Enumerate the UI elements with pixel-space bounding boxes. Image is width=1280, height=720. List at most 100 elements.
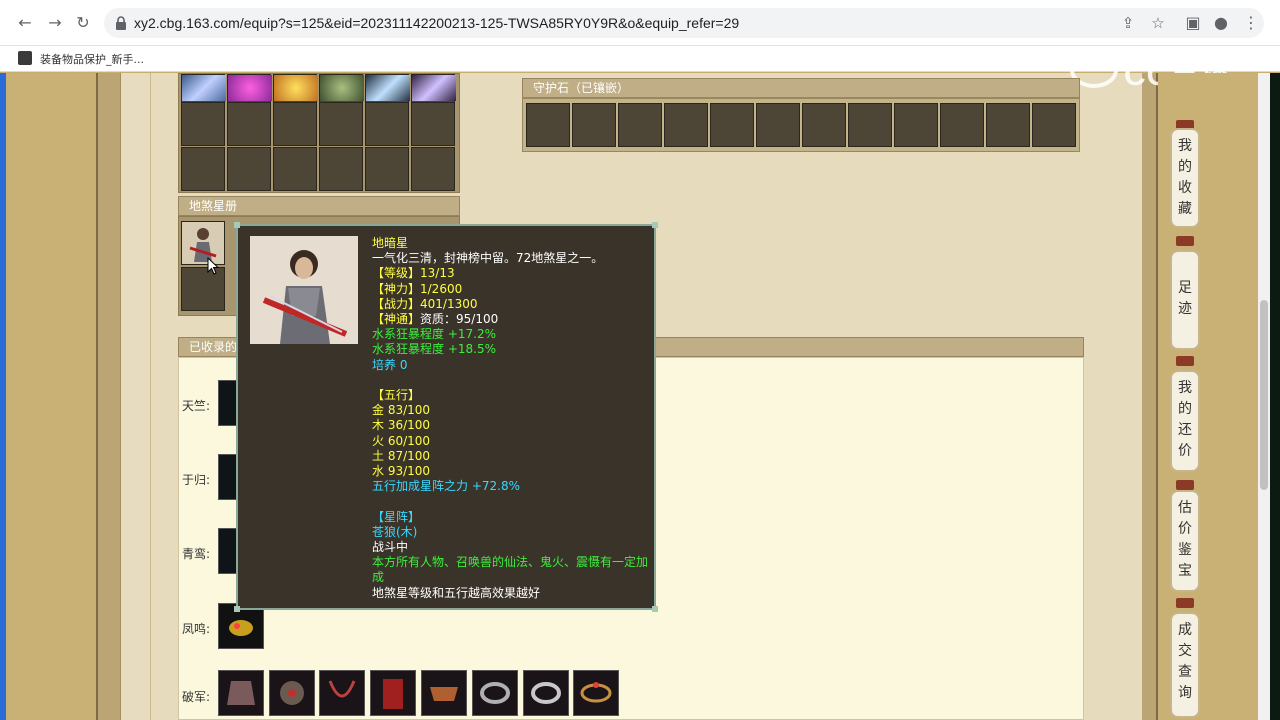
inventory-slot[interactable] [319,147,363,191]
appraisal-button[interactable]: 估 价 鉴 宝 [1170,490,1200,592]
collected-thumb[interactable] [523,670,569,716]
stone-slot[interactable] [710,103,754,147]
inventory-slot[interactable] [319,102,363,146]
stone-slot[interactable] [848,103,892,147]
inventory-slot[interactable] [273,147,317,191]
xingzhen-effect: 本方所有人物、召唤兽的仙法、鬼火、震慑有一定加成 [372,555,649,585]
wuxing-huo: 火 60/100 [372,433,431,448]
stone-slot[interactable] [526,103,570,147]
btn-char: 的 [1178,159,1192,175]
item-icon [228,75,272,101]
scroll-rod-decoration [1176,356,1194,366]
bookmark-favicon-icon [18,51,32,65]
in-battle: 战斗中 [372,540,409,555]
url-text[interactable]: xy2.cbg.163.com/equip?s=125&eid=20231114… [134,15,739,31]
my-favorites-button[interactable]: 我 的 收 藏 [1170,128,1200,228]
collected-thumb[interactable] [269,670,315,716]
scrollbar-thumb[interactable] [1260,300,1268,490]
star-portrait [250,236,358,344]
collected-row-label: 于归: [182,473,211,487]
star-attr: 水系狂暴程度 +17.2% [372,327,496,342]
stone-slot[interactable] [664,103,708,147]
guard-stone-grid [522,98,1080,152]
item-icon [320,75,364,101]
inventory-slot[interactable] [411,147,455,191]
transaction-query-button[interactable]: 成 交 查 询 [1170,612,1200,718]
background-window-edge [1270,73,1280,720]
stone-slot[interactable] [894,103,938,147]
wuxing-tu: 土 87/100 [372,448,431,463]
collected-thumb[interactable] [319,670,365,716]
inventory-slot[interactable] [227,102,271,146]
stone-slot[interactable] [1032,103,1076,147]
inventory-slot[interactable] [411,102,455,146]
inventory-slot[interactable] [181,102,225,146]
phoenix-item-icon [219,604,263,648]
lock-icon [116,16,126,30]
btn-char: 查 [1178,664,1192,680]
my-bargain-button[interactable]: 我 的 还 价 [1170,370,1200,472]
footprint-button[interactable]: 足 迹 [1170,250,1200,350]
inventory-grid [178,73,460,193]
back-icon[interactable]: ← [14,12,36,34]
collected-row-label: 破军: [182,690,211,704]
btn-char: 迹 [1178,301,1192,317]
corner-ornament [652,222,658,228]
btn-char: 价 [1178,443,1192,459]
collected-thumb[interactable] [472,670,518,716]
wuxing-title: 【五行】 [372,388,421,403]
collected-thumb[interactable] [573,670,619,716]
collected-row-label: 天竺: [182,399,211,413]
left-edge-strip [0,73,6,720]
ring-item-icon [524,671,568,715]
tooltip-text: 地暗星 一气化三清，封神榜中留。72地煞星之一。 【等级】13/13 【神力】1… [372,236,654,601]
stone-slot[interactable] [802,103,846,147]
item-icon [274,75,318,101]
profile-icon[interactable]: ● [1210,12,1232,34]
star-icon[interactable]: ☆ [1148,13,1168,33]
star-book-header: 地煞星册 [178,196,460,216]
stone-slot[interactable] [618,103,662,147]
star-shenli: 【神力】1/2600 [372,281,463,296]
stone-slot[interactable] [756,103,800,147]
btn-char: 交 [1178,643,1192,659]
btn-char: 收 [1178,180,1192,196]
bookmark-item[interactable]: 装备物品保护_新手... [40,51,144,67]
wuxing-jin: 金 83/100 [372,403,431,418]
btn-char: 藏 [1178,201,1192,217]
stone-slot[interactable] [940,103,984,147]
bracelet-item-icon [574,671,618,715]
btn-char: 成 [1178,622,1192,638]
xingzhen-note: 地煞星等级和五行越高效果越好 [372,585,541,600]
menu-icon[interactable]: ⋮ [1240,12,1262,34]
collected-row-label: 凤鸣: [182,622,211,636]
collected-row-label: 青鸾: [182,547,211,561]
stone-slot[interactable] [986,103,1030,147]
inventory-slot[interactable] [365,102,409,146]
wuxing-mu: 木 36/100 [372,418,431,433]
collected-thumb[interactable] [218,670,264,716]
sidebar-toggle-icon[interactable]: ▣ [1182,12,1204,34]
shentong-label: 【神通】 [372,312,421,327]
inventory-slot[interactable] [273,102,317,146]
xingzhen-title: 【星阵】 [372,509,421,524]
btn-char: 询 [1178,685,1192,701]
stone-slot[interactable] [572,103,616,147]
corner-ornament [652,606,658,612]
reload-icon[interactable]: ↻ [72,12,94,34]
share-icon[interactable]: ⇪ [1118,13,1138,33]
btn-char: 估 [1178,500,1192,516]
address-bar[interactable]: xy2.cbg.163.com/equip?s=125&eid=20231114… [104,8,1264,38]
necklace-item-icon [320,671,364,715]
collected-thumb[interactable] [421,670,467,716]
btn-char: 还 [1178,422,1192,438]
inventory-slot[interactable] [227,147,271,191]
inventory-slot[interactable] [365,147,409,191]
xingzhen-name: 苍狼(木) [372,524,418,539]
wuxing-shui: 水 93/100 [372,464,431,479]
collected-thumb[interactable] [370,670,416,716]
inventory-slot[interactable] [181,147,225,191]
forward-icon[interactable]: → [44,12,66,34]
